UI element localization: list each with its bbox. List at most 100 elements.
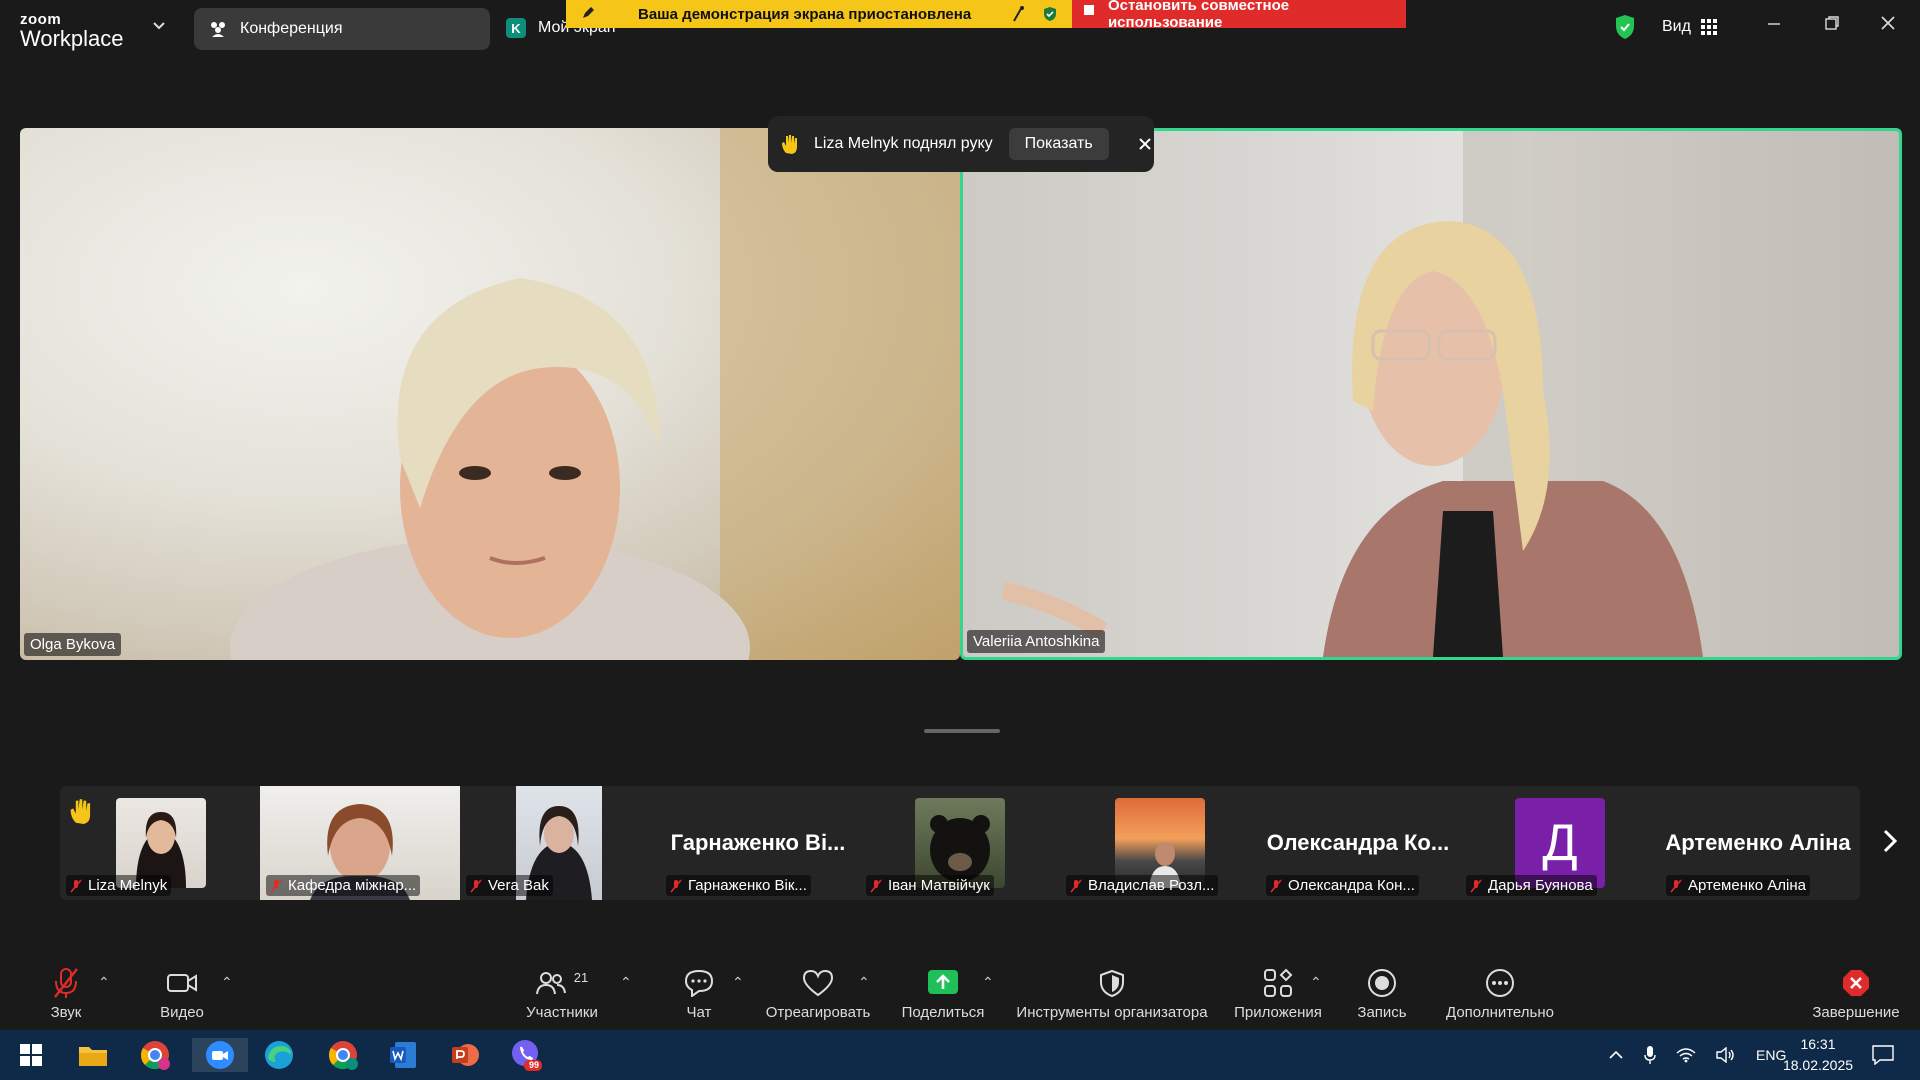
participant-tile[interactable]: Іван Матвійчук	[860, 786, 1056, 900]
end-icon	[1841, 966, 1871, 1000]
chevron-right-icon[interactable]	[1882, 828, 1898, 861]
camera-off-icon	[166, 966, 198, 1000]
participant-name: Дарья Буянова	[1466, 875, 1597, 896]
participant-video-silhouette	[1001, 131, 1899, 657]
close-window-icon[interactable]	[1880, 14, 1896, 37]
record-button[interactable]: Запись	[1354, 956, 1410, 1030]
apps-caret-icon[interactable]: ⌃	[1310, 974, 1322, 991]
minimize-icon[interactable]	[1766, 14, 1782, 37]
windows-taskbar: 99 ENG 16:31 18.02.2025	[0, 1030, 1920, 1080]
participants-icon: 21	[535, 966, 589, 1000]
stop-sharing-label: Остановить совместное использование	[1107, 0, 1290, 31]
participants-count: 21	[573, 970, 589, 985]
mic-muted-icon	[1470, 878, 1482, 893]
participant-tile[interactable]: Кафедра міжнар...	[260, 786, 460, 900]
view-button[interactable]: Вид	[1662, 18, 1717, 36]
resize-handle[interactable]	[924, 729, 1000, 733]
audio-options-caret-icon[interactable]: ⌃	[98, 974, 110, 991]
participants-caret-icon[interactable]: ⌃	[620, 974, 632, 991]
share-label: Поделиться	[901, 1003, 985, 1021]
chrome-profile-icon[interactable]	[326, 1038, 360, 1072]
participants-group-icon	[211, 22, 225, 37]
close-icon[interactable]	[1138, 138, 1151, 150]
video-button[interactable]: Видео	[154, 956, 210, 1030]
notifications-icon[interactable]	[1866, 1038, 1900, 1072]
participant-tile[interactable]: Д Дарья Буянова	[1460, 786, 1656, 900]
mic-muted-icon	[1670, 878, 1682, 893]
raise-hand-notification: Liza Melnyk поднял руку Показать	[768, 116, 1154, 172]
speaker-icon[interactable]	[1716, 1047, 1736, 1063]
participant-display-name: Гарнаженко Ві...	[670, 830, 846, 855]
zoom-taskbar-icon[interactable]	[192, 1038, 248, 1072]
participant-tile[interactable]: Liza Melnyk	[60, 786, 256, 900]
microphone-icon[interactable]	[1644, 1045, 1656, 1065]
participant-name: Артеменко Аліна	[1666, 875, 1810, 896]
shield-check-icon[interactable]	[1042, 6, 1058, 22]
my-screen-badge: K	[506, 18, 526, 38]
chat-button[interactable]: Чат	[676, 956, 722, 1030]
word-icon[interactable]	[386, 1038, 420, 1072]
clock[interactable]: 16:31 18.02.2025	[1778, 1034, 1858, 1076]
view-label: Вид	[1662, 18, 1691, 35]
mic-muted-icon	[270, 878, 282, 893]
tab-conference[interactable]: Конференция	[194, 8, 490, 50]
participant-name: Владислав Розл...	[1066, 875, 1219, 896]
chevron-down-icon[interactable]	[152, 18, 166, 36]
video-name-tag: Olga Bykova	[24, 633, 122, 656]
chrome-profile-icon[interactable]	[138, 1038, 172, 1072]
annotate-icon[interactable]	[1010, 5, 1026, 23]
participant-tile[interactable]: Владислав Розл...	[1060, 786, 1256, 900]
security-shield-icon[interactable]	[1614, 14, 1636, 40]
video-tile-valeriia[interactable]: Valeriia Antoshkina	[960, 128, 1902, 660]
participant-video-silhouette	[230, 128, 960, 660]
participants-button[interactable]: 21 Участники	[522, 956, 602, 1030]
participant-name: Іван Матвійчук	[866, 875, 994, 896]
chevron-up-icon[interactable]	[1608, 1050, 1624, 1060]
more-button[interactable]: Дополнительно	[1440, 956, 1560, 1030]
raised-hand-icon	[782, 135, 797, 154]
share-caret-icon[interactable]: ⌃	[982, 974, 994, 991]
audio-label: Звук	[50, 1003, 82, 1021]
share-screen-icon	[928, 966, 958, 1000]
react-caret-icon[interactable]: ⌃	[858, 974, 870, 991]
apps-button[interactable]: Приложения	[1228, 956, 1328, 1030]
video-tile-olga[interactable]: Olga Bykova	[20, 128, 960, 660]
video-options-caret-icon[interactable]: ⌃	[221, 974, 233, 991]
powerpoint-icon[interactable]	[448, 1038, 482, 1072]
edge-icon[interactable]	[262, 1038, 296, 1072]
participant-tile[interactable]: Артеменко Аліна Артеменко Аліна	[1660, 786, 1856, 900]
mic-muted-icon	[670, 878, 682, 893]
stop-square-icon	[1084, 5, 1094, 15]
participant-name: Vera Bak	[466, 875, 553, 896]
pencil-icon[interactable]	[580, 5, 596, 21]
mic-muted-icon	[1070, 878, 1082, 893]
viber-icon[interactable]: 99	[510, 1038, 544, 1072]
participants-strip: Liza Melnyk Кафедра міжнар... Vera Bak Г…	[60, 786, 1860, 900]
show-button[interactable]: Показать	[1008, 128, 1109, 160]
top-bar: zoom Workplace Конференция K Мой экран В…	[0, 0, 1920, 58]
end-meeting-button[interactable]: Завершение	[1808, 956, 1904, 1030]
viber-badge: 99	[529, 1060, 540, 1070]
participant-display-name: Артеменко Аліна	[1665, 830, 1851, 855]
stop-sharing-button[interactable]: Остановить совместное использование	[1072, 0, 1406, 31]
zoom-logo[interactable]: zoom Workplace	[20, 12, 124, 50]
react-button[interactable]: Отреагировать	[762, 956, 874, 1030]
audio-button[interactable]: Звук	[40, 956, 92, 1030]
chat-icon	[684, 966, 714, 1000]
host-tools-button[interactable]: Инструменты организатора	[1012, 956, 1212, 1030]
windows-start-icon[interactable]	[14, 1038, 48, 1072]
participant-tile[interactable]: Олександра Ко... Олександра Кон...	[1260, 786, 1456, 900]
share-paused-banner: Ваша демонстрация экрана приостановлена	[566, 0, 1072, 28]
share-button[interactable]: Поделиться	[898, 956, 988, 1030]
chat-caret-icon[interactable]: ⌃	[732, 974, 744, 991]
participant-tile[interactable]: Гарнаженко Ві... Гарнаженко Вік...	[660, 786, 856, 900]
participant-name: Гарнаженко Вік...	[666, 875, 811, 896]
restore-icon[interactable]	[1824, 14, 1840, 37]
mic-muted-icon	[70, 878, 82, 893]
file-explorer-icon[interactable]	[76, 1038, 110, 1072]
participant-tile[interactable]: Vera Bak	[460, 786, 656, 900]
logo-line1: zoom	[20, 11, 62, 28]
grid-icon	[1700, 19, 1717, 35]
video-name-tag: Valeriia Antoshkina	[967, 630, 1106, 653]
wifi-icon[interactable]	[1676, 1047, 1696, 1063]
